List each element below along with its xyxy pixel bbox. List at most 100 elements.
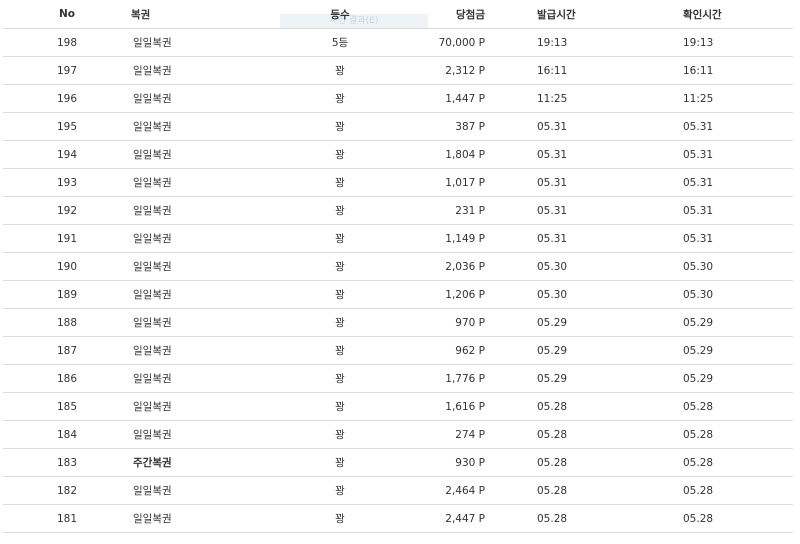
cell-prize: 970 P xyxy=(389,308,485,337)
table-row[interactable]: 189 일일복권 꽝 1,206 P 05.30 05.30 xyxy=(3,280,793,309)
cell-prize: 962 P xyxy=(389,336,485,365)
cell-issued-time: 05.28 xyxy=(485,392,683,421)
table-row[interactable]: 183 주간복권 꽝 930 P 05.28 05.28 xyxy=(3,448,793,477)
cell-lottery-type: 일일복권 xyxy=(131,252,291,281)
cell-rank: 꽝 xyxy=(291,504,389,533)
table-row[interactable]: 186 일일복권 꽝 1,776 P 05.29 05.29 xyxy=(3,364,793,393)
table-row[interactable]: 187 일일복권 꽝 962 P 05.29 05.29 xyxy=(3,336,793,365)
table-row[interactable]: 184 일일복권 꽝 274 P 05.28 05.28 xyxy=(3,420,793,449)
table-row[interactable]: 185 일일복권 꽝 1,616 P 05.28 05.28 xyxy=(3,392,793,421)
table-row[interactable]: 193 일일복권 꽝 1,017 P 05.31 05.31 xyxy=(3,168,793,197)
cell-rank: 꽝 xyxy=(291,420,389,449)
cell-checked-time: 05.29 xyxy=(683,308,793,337)
cell-lottery-type: 일일복권 xyxy=(131,112,291,141)
cell-rank: 꽝 xyxy=(291,84,389,113)
cell-lottery-type: 일일복권 xyxy=(131,392,291,421)
cell-rank: 꽝 xyxy=(291,140,389,169)
cell-issued-time: 05.30 xyxy=(485,252,683,281)
cell-rank: 꽝 xyxy=(291,252,389,281)
cell-lottery-type: 일일복권 xyxy=(131,140,291,169)
cell-issued-time: 05.29 xyxy=(485,364,683,393)
cell-rank: 5등 xyxy=(291,28,389,57)
column-header-no[interactable]: No xyxy=(3,0,131,29)
cell-no: 189 xyxy=(3,280,131,309)
cell-no: 197 xyxy=(3,56,131,85)
cell-rank: 꽝 xyxy=(291,392,389,421)
table-row[interactable]: 182 일일복권 꽝 2,464 P 05.28 05.28 xyxy=(3,476,793,505)
cell-checked-time: 11:25 xyxy=(683,84,793,113)
table-row[interactable]: 188 일일복권 꽝 970 P 05.29 05.29 xyxy=(3,308,793,337)
cell-rank: 꽝 xyxy=(291,336,389,365)
cell-prize: 231 P xyxy=(389,196,485,225)
table-row[interactable]: 197 일일복권 꽝 2,312 P 16:11 16:11 xyxy=(3,56,793,85)
cell-checked-time: 05.29 xyxy=(683,364,793,393)
lottery-history-table: No 복권 등수 당첨금 발급시간 확인시간 198 일일복권 5등 70,000 P… xyxy=(3,0,793,533)
cell-issued-time: 05.28 xyxy=(485,476,683,505)
cell-no: 194 xyxy=(3,140,131,169)
cell-checked-time: 05.31 xyxy=(683,196,793,225)
cell-prize: 1,776 P xyxy=(389,364,485,393)
table-row[interactable]: 198 일일복권 5등 70,000 P 19:13 19:13 xyxy=(3,28,793,57)
cell-no: 182 xyxy=(3,476,131,505)
cell-prize: 1,616 P xyxy=(389,392,485,421)
cell-lottery-type: 일일복권 xyxy=(131,168,291,197)
cell-lottery-type: 주간복권 xyxy=(131,448,291,477)
cell-prize: 274 P xyxy=(389,420,485,449)
table-row[interactable]: 192 일일복권 꽝 231 P 05.31 05.31 xyxy=(3,196,793,225)
cell-rank: 꽝 xyxy=(291,168,389,197)
header-row: No 복권 등수 당첨금 발급시간 확인시간 xyxy=(3,0,793,29)
cell-issued-time: 11:25 xyxy=(485,84,683,113)
cell-issued-time: 05.29 xyxy=(485,336,683,365)
column-header-prize[interactable]: 당첨금 xyxy=(389,0,485,29)
cell-no: 190 xyxy=(3,252,131,281)
cell-no: 195 xyxy=(3,112,131,141)
cell-no: 187 xyxy=(3,336,131,365)
cell-issued-time: 05.28 xyxy=(485,420,683,449)
cell-lottery-type: 일일복권 xyxy=(131,364,291,393)
cell-checked-time: 05.31 xyxy=(683,224,793,253)
cell-lottery-type: 일일복권 xyxy=(131,196,291,225)
cell-checked-time: 19:13 xyxy=(683,28,793,57)
cell-rank: 꽝 xyxy=(291,476,389,505)
cell-checked-time: 05.28 xyxy=(683,448,793,477)
cell-checked-time: 05.28 xyxy=(683,420,793,449)
cell-checked-time: 05.31 xyxy=(683,112,793,141)
cell-issued-time: 05.31 xyxy=(485,140,683,169)
cell-prize: 1,149 P xyxy=(389,224,485,253)
cell-issued-time: 05.31 xyxy=(485,168,683,197)
cell-lottery-type: 일일복권 xyxy=(131,308,291,337)
table-row[interactable]: 195 일일복권 꽝 387 P 05.31 05.31 xyxy=(3,112,793,141)
lottery-history-panel: 사전 결과(E) No 복권 등수 당첨금 발급시간 확인시간 198 일일복권 5… xyxy=(0,0,800,544)
cell-no: 192 xyxy=(3,196,131,225)
table-row[interactable]: 196 일일복권 꽝 1,447 P 11:25 11:25 xyxy=(3,84,793,113)
cell-no: 188 xyxy=(3,308,131,337)
cell-rank: 꽝 xyxy=(291,280,389,309)
cell-prize: 1,804 P xyxy=(389,140,485,169)
cell-no: 191 xyxy=(3,224,131,253)
cell-prize: 2,312 P xyxy=(389,56,485,85)
cell-issued-time: 05.30 xyxy=(485,280,683,309)
cell-rank: 꽝 xyxy=(291,308,389,337)
table-row[interactable]: 194 일일복권 꽝 1,804 P 05.31 05.31 xyxy=(3,140,793,169)
column-header-checked-time[interactable]: 확인시간 xyxy=(683,0,793,29)
cell-prize: 2,036 P xyxy=(389,252,485,281)
cell-issued-time: 05.31 xyxy=(485,112,683,141)
table-row[interactable]: 190 일일복권 꽝 2,036 P 05.30 05.30 xyxy=(3,252,793,281)
cell-no: 184 xyxy=(3,420,131,449)
table-row[interactable]: 191 일일복권 꽝 1,149 P 05.31 05.31 xyxy=(3,224,793,253)
cell-rank: 꽝 xyxy=(291,112,389,141)
cell-checked-time: 16:11 xyxy=(683,56,793,85)
column-header-issued-time[interactable]: 발급시간 xyxy=(485,0,683,29)
cell-lottery-type: 일일복권 xyxy=(131,56,291,85)
column-header-type[interactable]: 복권 xyxy=(131,0,291,29)
cell-issued-time: 05.31 xyxy=(485,224,683,253)
cell-checked-time: 05.29 xyxy=(683,336,793,365)
cell-prize: 1,447 P xyxy=(389,84,485,113)
column-header-rank[interactable]: 등수 xyxy=(291,0,389,29)
cell-no: 198 xyxy=(3,28,131,57)
cell-checked-time: 05.28 xyxy=(683,504,793,533)
table-row[interactable]: 181 일일복권 꽝 2,447 P 05.28 05.28 xyxy=(3,504,793,533)
cell-rank: 꽝 xyxy=(291,364,389,393)
cell-lottery-type: 일일복권 xyxy=(131,420,291,449)
cell-no: 185 xyxy=(3,392,131,421)
